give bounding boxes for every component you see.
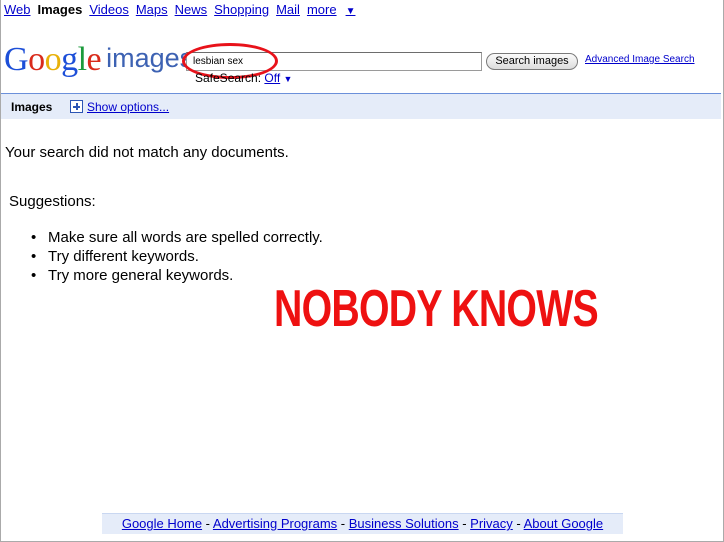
footer-link-google-home[interactable]: Google Home	[122, 516, 202, 531]
safesearch-label: SafeSearch:	[195, 71, 262, 85]
suggestions-list: Make sure all words are spelled correctl…	[31, 228, 323, 285]
footer-separator: -	[337, 516, 349, 531]
suggestion-item: Try different keywords.	[31, 247, 323, 266]
logo-letter: o	[44, 41, 62, 78]
no-results-message: Your search did not match any documents.	[5, 144, 289, 161]
nav-link-mail[interactable]: Mail	[276, 2, 300, 17]
nav-link-maps[interactable]: Maps	[136, 2, 168, 17]
suggestions-heading: Suggestions:	[9, 193, 96, 210]
search-images-button[interactable]: Search images	[486, 53, 578, 70]
nav-link-web[interactable]: Web	[4, 2, 31, 17]
suggestion-item: Make sure all words are spelled correctl…	[31, 228, 323, 247]
chevron-down-icon: ▼	[345, 6, 356, 17]
nobody-knows-caption: NOBODY KNOWS	[274, 280, 599, 338]
footer-separator: -	[202, 516, 213, 531]
plus-icon[interactable]	[70, 100, 83, 113]
footer-separator: -	[458, 516, 471, 531]
nav-link-videos[interactable]: Videos	[89, 2, 129, 17]
safesearch-arrow-icon[interactable]: ▼	[284, 74, 293, 84]
nav-more-label: more	[306, 2, 337, 17]
nav-link-shopping[interactable]: Shopping	[214, 2, 269, 17]
logo-letter: l	[77, 41, 87, 78]
results-header-bar: Images Show options...	[1, 93, 721, 119]
logo-letter: G	[4, 41, 29, 78]
footer-link-business[interactable]: Business Solutions	[349, 516, 459, 531]
safesearch-value-link[interactable]: Off	[264, 71, 280, 85]
logo-letter: e	[86, 41, 102, 78]
advanced-image-search-link[interactable]: Advanced Image Search	[585, 54, 695, 65]
logo-letter: o	[28, 41, 45, 78]
logo-letter: g	[61, 41, 78, 78]
google-images-logo[interactable]: Google images	[4, 40, 193, 80]
results-bar-title: Images	[11, 100, 53, 114]
footer-separator: -	[512, 516, 524, 531]
footer-link-privacy[interactable]: Privacy	[470, 516, 513, 531]
nav-link-news[interactable]: News	[175, 2, 208, 17]
top-nav: Web Images Videos Maps News Shopping Mail more ▼	[4, 2, 369, 20]
nav-more-menu[interactable]: more ▼	[307, 2, 363, 17]
logo-suffix: images	[106, 43, 194, 73]
nav-link-images: Images	[37, 2, 83, 17]
footer-bar: Google Home - Advertising Programs - Bus…	[102, 513, 623, 534]
footer-link-advertising[interactable]: Advertising Programs	[213, 516, 337, 531]
footer-link-about[interactable]: About Google	[524, 516, 604, 531]
show-options-link[interactable]: Show options...	[87, 100, 169, 114]
safesearch-setting: SafeSearch: Off ▼	[195, 71, 292, 86]
